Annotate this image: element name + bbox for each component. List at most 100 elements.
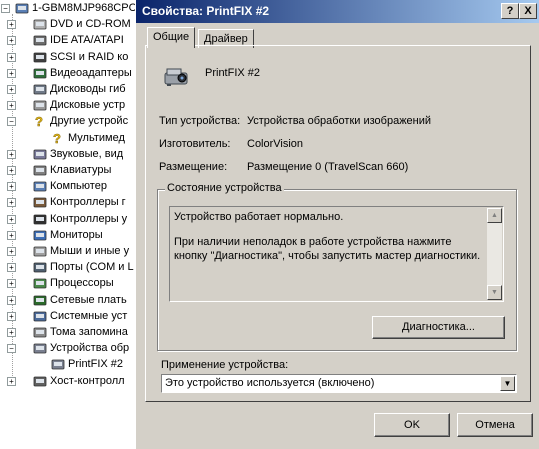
expand-icon[interactable]: + xyxy=(7,52,16,62)
status-line-normal: Устройство работает нормально. xyxy=(174,211,344,223)
cancel-button[interactable]: Отмена xyxy=(457,413,533,437)
tree-item-label: Контроллеры г xyxy=(50,196,126,209)
tree-item-label: Мониторы xyxy=(50,228,103,241)
expand-icon[interactable]: + xyxy=(7,20,16,30)
location-label: Размещение: xyxy=(159,161,228,173)
usb-icon xyxy=(32,212,48,226)
tree-item-label: DVD и CD-ROM xyxy=(50,18,131,31)
computer-icon xyxy=(14,1,30,15)
expand-icon[interactable]: + xyxy=(7,198,16,208)
device-name: PrintFIX #2 xyxy=(205,67,261,79)
network-card-icon xyxy=(32,293,48,307)
expand-icon[interactable]: + xyxy=(7,230,16,240)
scanner-icon xyxy=(50,357,66,371)
title-bar[interactable]: Свойства: PrintFIX #2 ? X xyxy=(136,0,539,23)
device-usage-value: Это устройство используется (включено) xyxy=(165,377,375,389)
tree-item-label: Порты (COM и L xyxy=(50,261,134,274)
tree-item-label: Звуковые, вид xyxy=(50,147,124,160)
tree-item-label: Клавиатуры xyxy=(50,164,112,176)
floppy-icon xyxy=(32,82,48,96)
tree-item-label: Устройства обр xyxy=(50,342,130,355)
collapse-icon[interactable]: − xyxy=(1,4,10,13)
sound-icon xyxy=(32,147,48,161)
scroll-down-icon[interactable]: ▼ xyxy=(487,285,502,300)
expand-icon[interactable]: + xyxy=(7,295,16,305)
device-status-text-box: Устройство работает нормально. При налич… xyxy=(169,206,504,302)
expand-icon[interactable]: + xyxy=(7,182,16,192)
expand-icon[interactable]: + xyxy=(7,247,16,256)
device-status-title: Состояние устройства xyxy=(165,182,284,194)
device-type-label: Тип устройства: xyxy=(159,115,241,127)
host-controller-icon xyxy=(32,374,48,388)
device-usage-label: Применение устройства: xyxy=(161,359,289,371)
mouse-icon xyxy=(32,244,48,258)
computer-icon xyxy=(32,179,48,193)
chevron-down-icon[interactable]: ▼ xyxy=(500,376,515,391)
unknown-device-icon: ? xyxy=(32,114,48,130)
dialog-title: Свойства: PrintFIX #2 xyxy=(142,4,270,18)
tree-item-label: Сетевые плать xyxy=(50,293,127,306)
device-usage-select[interactable]: Это устройство используется (включено) ▼ xyxy=(161,374,517,393)
tree-item-label: Другие устройс xyxy=(50,115,129,128)
display-adapter-icon xyxy=(32,66,48,80)
svg-text:?: ? xyxy=(53,131,61,145)
monitor-icon xyxy=(32,228,48,242)
port-icon xyxy=(32,260,48,274)
properties-dialog: Свойства: PrintFIX #2 ? X Общие Драйвер … xyxy=(135,0,539,449)
expand-icon[interactable]: + xyxy=(7,263,16,273)
tree-item-label: 1-GBM8MJP968CPC xyxy=(32,2,137,14)
tree-item-label: Компьютер xyxy=(50,180,107,193)
cdrom-icon xyxy=(32,17,48,31)
tree-item-label: IDE ATA/ATAPI xyxy=(50,34,124,47)
scanner-icon xyxy=(164,68,188,86)
location-value: Размещение 0 (TravelScan 660) xyxy=(247,161,409,173)
expand-icon[interactable]: + xyxy=(7,36,16,46)
expand-icon[interactable]: + xyxy=(7,101,16,111)
tree-item-label: Дисководы гиб xyxy=(50,83,126,95)
help-button[interactable]: ? xyxy=(501,3,519,19)
controller-icon xyxy=(32,195,48,209)
tree-item-label: Дисковые устр xyxy=(50,99,126,112)
collapse-icon[interactable]: − xyxy=(7,344,16,354)
svg-text:?: ? xyxy=(35,114,43,128)
tree-item-label: Контроллеры у xyxy=(50,212,128,225)
ide-controller-icon xyxy=(32,33,48,47)
expand-icon[interactable]: + xyxy=(7,68,16,78)
manufacturer-label: Изготовитель: xyxy=(159,138,231,150)
scroll-up-icon[interactable]: ▲ xyxy=(487,208,502,223)
tree-item-label: Мыши и иные у xyxy=(50,245,130,257)
imaging-device-icon xyxy=(32,341,48,355)
collapse-icon[interactable]: − xyxy=(7,117,16,127)
expand-icon[interactable]: + xyxy=(7,214,16,224)
expand-icon[interactable]: + xyxy=(7,328,16,337)
tree-item-label: SCSI и RAID ко xyxy=(50,50,129,63)
device-tree[interactable]: − 1-GBM8MJP968CPC + DVD и CD-ROM + IDE ATA/AT… xyxy=(0,0,140,449)
expand-icon[interactable]: + xyxy=(7,149,16,159)
tree-item-label: PrintFIX #2 xyxy=(68,358,124,371)
storage-volume-icon xyxy=(32,325,48,339)
scsi-icon xyxy=(32,50,48,64)
expand-icon[interactable]: + xyxy=(7,279,16,289)
tree-item-label: Видеоадаптеры xyxy=(50,66,132,79)
tree-item-label: Процессоры xyxy=(50,277,114,290)
diagnostics-button[interactable]: Диагностика... xyxy=(372,316,505,339)
tree-item-label: Хост-контролл xyxy=(50,374,125,387)
expand-icon[interactable]: + xyxy=(7,376,16,386)
expand-icon[interactable]: + xyxy=(7,166,16,175)
warning-device-icon: ? xyxy=(50,130,66,146)
tree-item-label: Системные уст xyxy=(50,309,128,322)
status-scrollbar[interactable]: ▲ ▼ xyxy=(487,208,502,300)
tree-item-label: Тома запомина xyxy=(50,326,128,338)
processor-icon xyxy=(32,276,48,290)
tree-item-label: Мультимед xyxy=(68,131,125,144)
expand-icon[interactable]: + xyxy=(7,311,16,321)
system-device-icon xyxy=(32,309,48,323)
manufacturer-value: ColorVision xyxy=(247,138,304,150)
status-line-hint: При наличии неполадок в работе устройств… xyxy=(174,236,481,262)
expand-icon[interactable]: + xyxy=(7,85,16,94)
disk-drive-icon xyxy=(32,98,48,112)
ok-button[interactable]: OK xyxy=(374,413,450,437)
tab-general[interactable]: Общие xyxy=(147,27,196,48)
close-button[interactable]: X xyxy=(519,3,537,19)
device-type-value: Устройства обработки изображений xyxy=(247,115,432,127)
